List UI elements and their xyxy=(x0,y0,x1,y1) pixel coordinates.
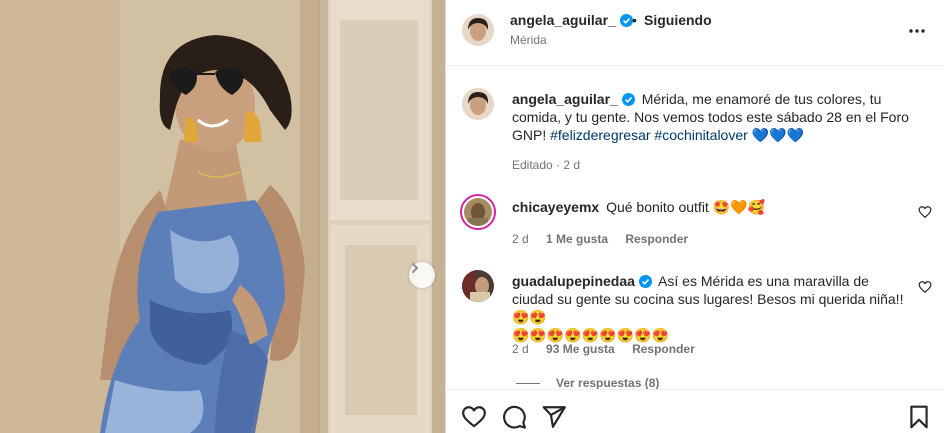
comments-list[interactable]: angela_aguilar_ Mérida, me enamoré de tu… xyxy=(446,67,944,389)
heart-icon[interactable] xyxy=(918,205,932,219)
author-avatar[interactable] xyxy=(462,88,494,120)
action-bar xyxy=(446,389,944,433)
following-button[interactable]: Siguiendo xyxy=(644,12,712,28)
comment-time[interactable]: 2 d xyxy=(512,232,529,246)
comment-likes[interactable]: 93 Me gusta xyxy=(546,342,615,356)
author-avatar[interactable] xyxy=(462,14,494,46)
comment-icon[interactable] xyxy=(501,404,527,430)
caption-text: angela_aguilar_ Mérida, me enamoré de tu… xyxy=(512,90,912,144)
reply-button[interactable]: Responder xyxy=(625,232,688,246)
hashtag-link[interactable]: #felizderegresar xyxy=(550,127,650,143)
comment-body: Qué bonito outfit 🤩🧡🥰 xyxy=(606,199,765,215)
verified-badge-icon xyxy=(619,14,633,27)
photo-illustration xyxy=(0,0,445,433)
commenter-username[interactable]: guadalupepinedaa xyxy=(512,273,652,289)
verified-badge-icon xyxy=(638,275,652,288)
hashtag-link[interactable]: #cochinitalover xyxy=(654,127,747,143)
comment-text: guadalupepinedaa Así es Mérida es una ma… xyxy=(512,272,912,344)
author-username[interactable]: angela_aguilar_ xyxy=(510,12,633,28)
commenter-username[interactable]: chicayeyemx xyxy=(512,199,599,215)
bookmark-icon[interactable] xyxy=(906,404,932,430)
comment-meta: 2 d 1 Me gusta Responder xyxy=(512,232,688,246)
view-replies-button[interactable]: Ver respuestas (8) xyxy=(556,376,659,389)
heart-icon[interactable] xyxy=(461,404,487,430)
verified-badge-icon xyxy=(621,93,635,106)
comment-text: chicayeyemx Qué bonito outfit 🤩🧡🥰 xyxy=(512,198,912,216)
comment-likes[interactable]: 1 Me gusta xyxy=(546,232,608,246)
caption-time[interactable]: 2 d xyxy=(563,158,580,172)
separator-dot: • xyxy=(632,12,637,28)
comment-meta: 2 d 93 Me gusta Responder xyxy=(512,342,695,356)
edited-label: Editado xyxy=(512,158,553,172)
next-photo-button[interactable] xyxy=(409,262,435,288)
post-header: angela_aguilar_ • Siguiendo Mérida xyxy=(446,0,944,66)
reply-button[interactable]: Responder xyxy=(632,342,695,356)
share-icon[interactable] xyxy=(541,404,567,430)
caption-emojis: 💙💙💙 xyxy=(751,127,804,143)
caption-username[interactable]: angela_aguilar_ xyxy=(512,91,635,107)
post-side-panel: angela_aguilar_ • Siguiendo Mérida angel… xyxy=(446,0,944,433)
commenter-avatar[interactable] xyxy=(460,194,496,230)
more-options-icon[interactable] xyxy=(908,28,926,34)
commenter-avatar[interactable] xyxy=(462,270,494,302)
chevron-right-icon xyxy=(412,263,418,273)
heart-icon[interactable] xyxy=(918,280,932,294)
post-photo[interactable] xyxy=(0,0,445,433)
comment-body-emojis: 😍😍😍😍😍😍😍😍😍 xyxy=(512,327,669,343)
caption-meta: Editado · 2 d xyxy=(512,158,581,172)
comment-time[interactable]: 2 d xyxy=(512,342,529,356)
location-link[interactable]: Mérida xyxy=(510,33,547,47)
